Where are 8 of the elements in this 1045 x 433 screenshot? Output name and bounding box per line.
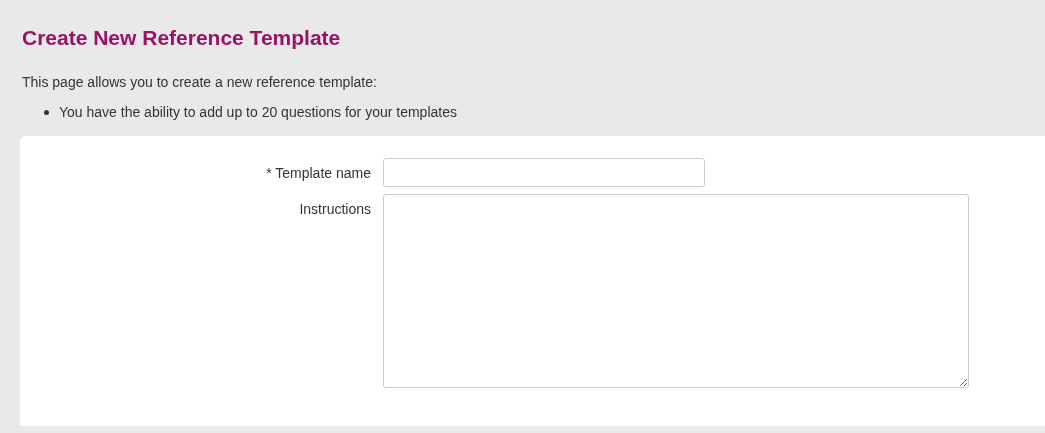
- field-label: Instructions: [298, 200, 372, 218]
- intro-text: This page allows you to create a new reference template:: [22, 73, 378, 91]
- field-label: * Template name: [265, 164, 372, 182]
- bullet-icon: [44, 109, 49, 115]
- instructions-field[interactable]: [383, 194, 969, 388]
- bullet-text: You have the ability to add up to 20 questions for your templates: [59, 103, 457, 121]
- template-name-field[interactable]: [383, 158, 705, 187]
- page-title: Create New Reference Template: [22, 25, 342, 51]
